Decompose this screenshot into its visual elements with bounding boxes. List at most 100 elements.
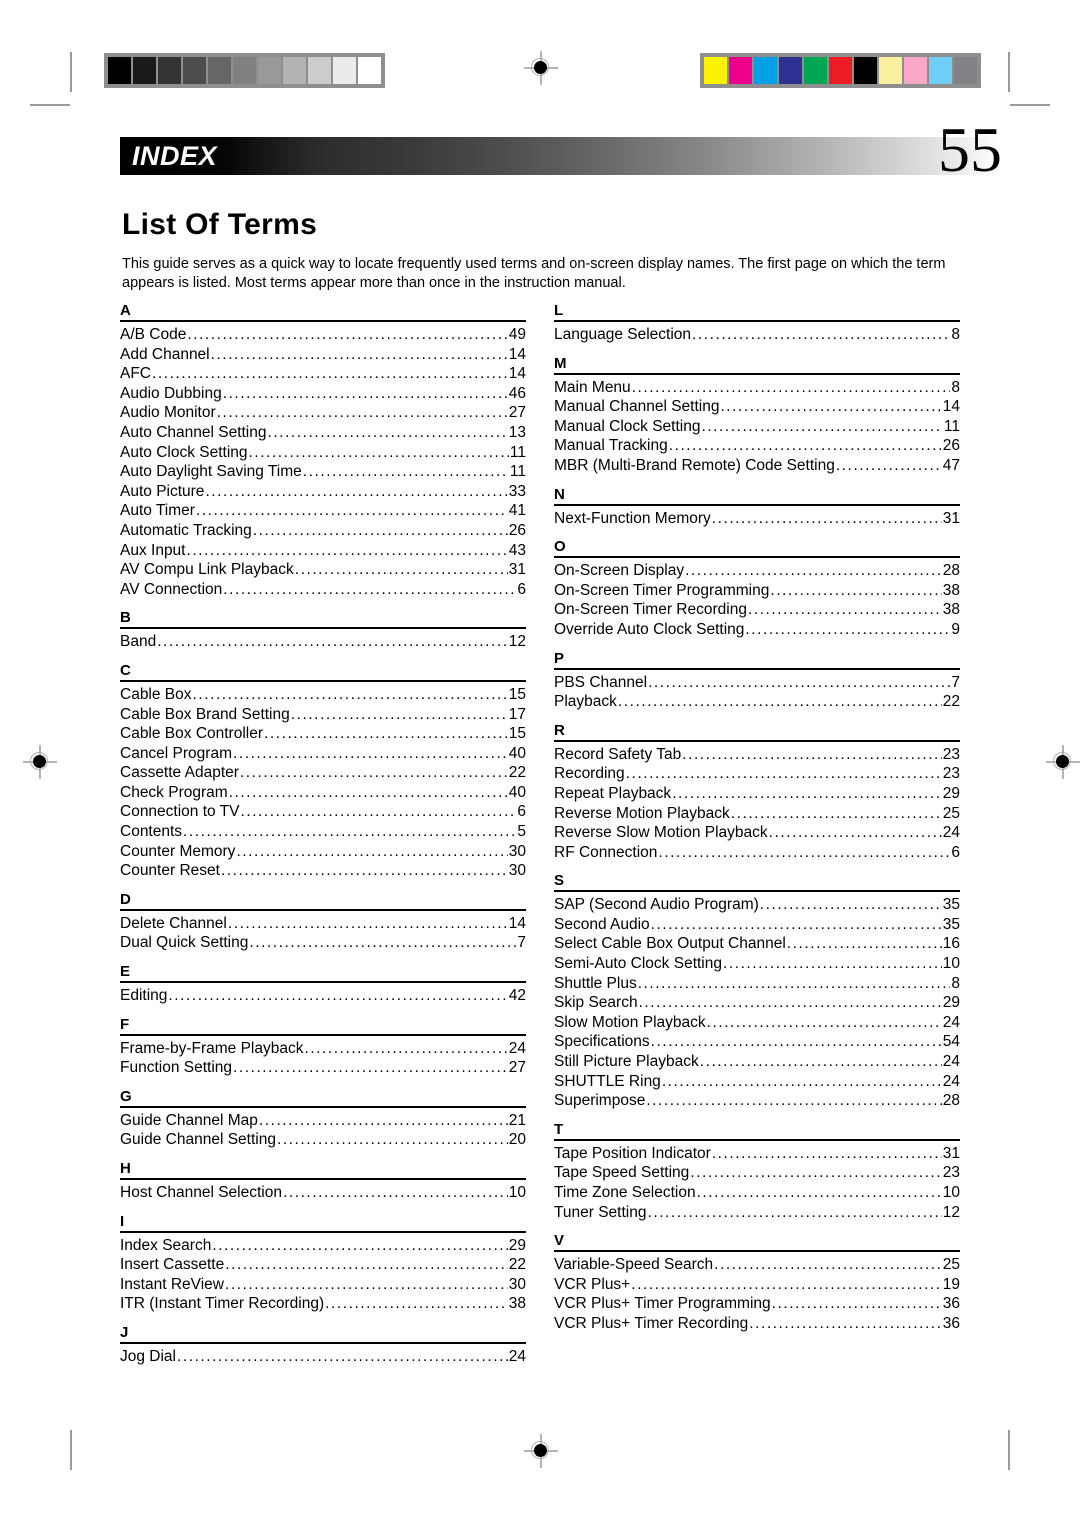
index-entry-leader	[223, 580, 516, 600]
index-entry-leader	[662, 1072, 942, 1092]
letter-group-e: E Editing 42	[120, 963, 526, 1006]
index-entry-term: Select Cable Box Output Channel	[554, 935, 786, 953]
index-entry[interactable]: Aux Input 43	[120, 541, 526, 561]
index-entry[interactable]: Host Channel Selection 10	[120, 1183, 526, 1203]
index-entry[interactable]: Function Setting 27	[120, 1058, 526, 1078]
index-entry[interactable]: Guide Channel Map 21	[120, 1111, 526, 1131]
index-entry[interactable]: ITR (Instant Timer Recording) 38	[120, 1294, 526, 1314]
index-entry[interactable]: Tape Speed Setting 23	[554, 1163, 960, 1183]
index-entry[interactable]: Connection to TV 6	[120, 802, 526, 822]
index-entry[interactable]: Second Audio 35	[554, 915, 960, 935]
index-entry[interactable]: Auto Daylight Saving Time 11	[120, 462, 526, 482]
index-entry[interactable]: AV Compu Link Playback 31	[120, 560, 526, 580]
index-entry[interactable]: Guide Channel Setting 20	[120, 1130, 526, 1150]
index-entry[interactable]: Jog Dial 24	[120, 1347, 526, 1367]
index-columns: AA/B Code49Add Channel14AFC14Audio Dubbi…	[120, 302, 960, 1367]
section-header-band	[120, 137, 1000, 175]
index-entry[interactable]: Repeat Playback 29	[554, 784, 960, 804]
index-entry[interactable]: Index Search 29	[120, 1236, 526, 1256]
index-entry[interactable]: Auto Picture 33	[120, 482, 526, 502]
index-entry-page: 20	[508, 1131, 526, 1149]
index-entry[interactable]: PBS Channel 7	[554, 673, 960, 693]
index-entry-term: Auto Timer	[120, 502, 195, 520]
index-entry[interactable]: Editing 42	[120, 986, 526, 1006]
index-entry-term: Counter Reset	[120, 862, 220, 880]
index-entry[interactable]: Superimpose 28	[554, 1091, 960, 1111]
entry-list: Record Safety Tab23Recording23Repeat Pla…	[554, 742, 960, 863]
letter-group-g: G Guide Channel Map21Guide Channel Settin…	[120, 1088, 526, 1150]
index-entry[interactable]: Add Channel 14	[120, 345, 526, 365]
index-entry[interactable]: Cable Box Controller 15	[120, 724, 526, 744]
index-entry[interactable]: Audio Dubbing 46	[120, 384, 526, 404]
index-entry[interactable]: Select Cable Box Output Channel 16	[554, 934, 960, 954]
index-entry[interactable]: Slow Motion Playback 24	[554, 1013, 960, 1033]
index-entry[interactable]: Language Selection 8	[554, 325, 960, 345]
index-entry[interactable]: Cancel Program 40	[120, 744, 526, 764]
entry-list: On-Screen Display28On-Screen Timer Progr…	[554, 558, 960, 639]
index-entry[interactable]: Shuttle Plus 8	[554, 974, 960, 994]
index-entry[interactable]: Insert Cassette 22	[120, 1255, 526, 1275]
index-entry[interactable]: Next-Function Memory 31	[554, 509, 960, 529]
index-entry[interactable]: Still Picture Playback 24	[554, 1052, 960, 1072]
index-entry[interactable]: Auto Clock Setting 11	[120, 443, 526, 463]
index-entry-term: Index Search	[120, 1236, 212, 1254]
index-entry[interactable]: SAP (Second Audio Program) 35	[554, 895, 960, 915]
index-entry[interactable]: Dual Quick Setting 7	[120, 933, 526, 953]
index-entry[interactable]: On-Screen Display 28	[554, 561, 960, 581]
index-entry[interactable]: Check Program 40	[120, 783, 526, 803]
index-entry[interactable]: Cable Box Brand Setting 17	[120, 705, 526, 725]
index-entry[interactable]: On-Screen Timer Recording 38	[554, 600, 960, 620]
index-entry[interactable]: Skip Search 29	[554, 993, 960, 1013]
index-entry[interactable]: Manual Tracking 26	[554, 436, 960, 456]
index-entry[interactable]: SHUTTLE Ring 24	[554, 1072, 960, 1092]
index-entry[interactable]: Auto Channel Setting 13	[120, 423, 526, 443]
index-entry[interactable]: RF Connection 6	[554, 843, 960, 863]
index-entry[interactable]: Variable-Speed Search 25	[554, 1255, 960, 1275]
index-entry[interactable]: Time Zone Selection 10	[554, 1183, 960, 1203]
index-entry[interactable]: Override Auto Clock Setting 9	[554, 620, 960, 640]
index-entry[interactable]: VCR Plus+ Timer Programming 36	[554, 1294, 960, 1314]
index-entry[interactable]: Manual Channel Setting 14	[554, 397, 960, 417]
index-entry[interactable]: Delete Channel 14	[120, 914, 526, 934]
index-entry[interactable]: Specifications 54	[554, 1032, 960, 1052]
index-entry[interactable]: A/B Code 49	[120, 325, 526, 345]
index-entry[interactable]: Semi-Auto Clock Setting 10	[554, 954, 960, 974]
index-entry[interactable]: Record Safety Tab 23	[554, 745, 960, 765]
index-entry[interactable]: Auto Timer 41	[120, 501, 526, 521]
index-entry[interactable]: Tuner Setting 12	[554, 1203, 960, 1223]
index-entry[interactable]: Playback 22	[554, 692, 960, 712]
index-entry-leader	[772, 1294, 942, 1314]
index-entry[interactable]: Reverse Slow Motion Playback 24	[554, 823, 960, 843]
index-entry[interactable]: Contents 5	[120, 822, 526, 842]
index-entry[interactable]: Cassette Adapter 22	[120, 763, 526, 783]
index-entry[interactable]: Recording 23	[554, 764, 960, 784]
index-entry-leader	[236, 842, 507, 862]
index-entry[interactable]: Reverse Motion Playback 25	[554, 804, 960, 824]
letter-group-d: D Delete Channel 14 Dual Quick Setting 7	[120, 891, 526, 953]
index-entry[interactable]: MBR (Multi-Brand Remote) Code Setting 47	[554, 456, 960, 476]
index-entry[interactable]: VCR Plus+ Timer Recording 36	[554, 1314, 960, 1334]
index-entry[interactable]: Automatic Tracking 26	[120, 521, 526, 541]
letter-heading-g: G	[120, 1088, 526, 1108]
index-entry-page: 26	[942, 437, 960, 455]
color-patch-1	[729, 57, 752, 84]
index-entry[interactable]: AFC 14	[120, 364, 526, 384]
index-entry[interactable]: VCR Plus+ 19	[554, 1275, 960, 1295]
index-entry[interactable]: AV Connection 6	[120, 580, 526, 600]
index-entry[interactable]: Audio Monitor 27	[120, 403, 526, 423]
index-entry[interactable]: Tape Position Indicator 31	[554, 1144, 960, 1164]
index-entry[interactable]: Band 12	[120, 632, 526, 652]
index-entry[interactable]: Counter Memory 30	[120, 842, 526, 862]
index-entry-page: 5	[517, 823, 526, 841]
index-entry[interactable]: Cable Box 15	[120, 685, 526, 705]
index-entry[interactable]: Frame-by-Frame Playback 24	[120, 1039, 526, 1059]
index-entry[interactable]: On-Screen Timer Programming 38	[554, 581, 960, 601]
index-entry[interactable]: Instant ReView 30	[120, 1275, 526, 1295]
index-entry-term: Auto Channel Setting	[120, 423, 267, 441]
registration-dot	[1056, 755, 1069, 768]
index-entry[interactable]: Counter Reset 30	[120, 861, 526, 881]
index-entry[interactable]: Manual Clock Setting 11	[554, 417, 960, 437]
index-entry-page: 27	[508, 404, 526, 422]
index-entry[interactable]: Main Menu 8	[554, 378, 960, 398]
index-entry-term: VCR Plus+ Timer Recording	[554, 1314, 749, 1332]
